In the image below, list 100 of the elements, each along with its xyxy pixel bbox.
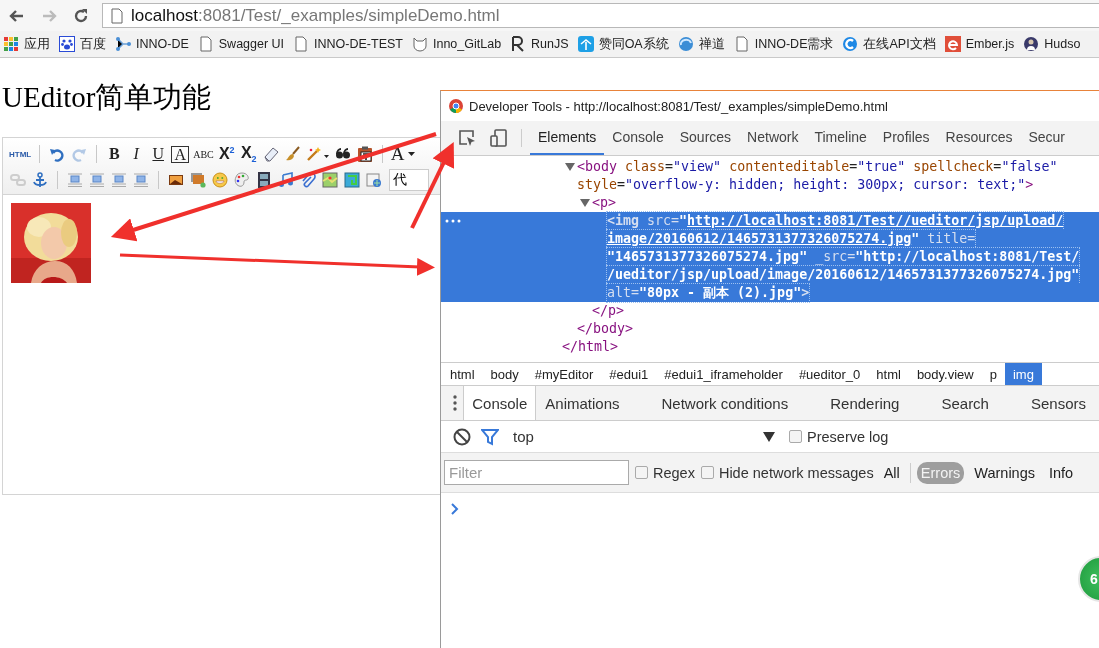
clear-console-icon[interactable] (453, 427, 471, 446)
bookmark[interactable]: INNO-DE (115, 36, 189, 52)
address-bar[interactable]: localhost:8081/Test/_examples/simpleDemo.html (102, 3, 1099, 28)
page-icon (733, 36, 750, 52)
log-level-button[interactable]: Warnings (970, 461, 1039, 484)
image-icon (168, 172, 184, 188)
page-icon (109, 7, 125, 24)
log-level-button[interactable]: All (879, 461, 904, 484)
bookmark[interactable]: 禅道 (677, 35, 725, 53)
code-language-select[interactable]: 代 (389, 169, 429, 191)
breadcrumb[interactable]: body.view (908, 363, 982, 385)
breadcrumb[interactable]: html (868, 363, 909, 385)
drawer-tab[interactable]: Sensors (1021, 386, 1095, 420)
bookmark[interactable]: INNO-DE需求 (733, 35, 834, 53)
preserve-log-checkbox[interactable]: Preserve log (789, 428, 889, 445)
link-icon (10, 172, 26, 188)
html-source-button[interactable]: HTML (7, 143, 34, 165)
image-align-icon (89, 172, 105, 188)
film-strip-icon (256, 172, 272, 188)
ellipsis-icon[interactable] (445, 219, 461, 223)
page-icon (197, 36, 214, 52)
smiley-icon (212, 172, 228, 188)
drawer-tab[interactable]: Console (463, 386, 537, 420)
bookmark[interactable]: 赞同OA系统 (577, 35, 669, 53)
paw-icon (59, 36, 75, 52)
log-level-button[interactable]: Info (1045, 461, 1078, 484)
kebab-menu-icon (453, 395, 458, 411)
caret-icon (407, 152, 415, 156)
cat-head-icon (412, 36, 428, 52)
breadcrumb[interactable]: #edui1_iframeholder (656, 363, 791, 385)
code-line: /ueditor/jsp/upload/image/20160612/1465731377326075274.jpg" (607, 266, 1080, 284)
regex-checkbox[interactable]: Regex (635, 464, 695, 481)
filter-field[interactable]: Filter (444, 460, 629, 485)
devtools-tab[interactable]: Secur (1020, 121, 1074, 155)
hide-network-checkbox[interactable]: Hide network messages (700, 464, 874, 481)
nodes-icon (115, 36, 131, 52)
underline-button[interactable]: U (147, 143, 170, 165)
devtools-tab[interactable]: Sources (671, 121, 740, 155)
e-logo-icon (944, 36, 961, 52)
expanded-triangle-icon[interactable] (580, 198, 590, 208)
devtools-tab[interactable]: Elements (530, 121, 605, 155)
drawer-tab[interactable]: Search (932, 386, 998, 420)
bookmark[interactable]: Inno_GitLab (412, 36, 502, 52)
breadcrumb[interactable]: body (482, 363, 527, 385)
globe-icon (677, 36, 694, 52)
script-button[interactable]: X$^{2}$ (215, 143, 238, 165)
bookmark[interactable]: 在线API文档 (842, 35, 936, 53)
breadcrumb[interactable]: p (981, 363, 1005, 385)
redo-icon (71, 146, 88, 162)
bookmark[interactable]: 百度 (59, 35, 106, 53)
reload-icon (73, 7, 89, 24)
breadcrumb[interactable]: #myEditor (526, 363, 602, 385)
cursor-box-icon (458, 129, 476, 147)
breadcrumb[interactable]: #ueditor_0 (790, 363, 869, 385)
bookmark[interactable]: RunJS (510, 36, 569, 52)
prompt-chevron-icon (451, 503, 459, 515)
bookmark[interactable]: INNO-DE-TEST (293, 36, 403, 52)
eraser-icon (262, 146, 279, 162)
c-logo-icon (842, 36, 859, 52)
image-align-icon (111, 172, 127, 188)
drawer-tab[interactable]: Rendering (821, 386, 909, 420)
code-line: </html> (562, 338, 619, 356)
border-text-button[interactable]: A (169, 143, 192, 165)
bookmark[interactable]: Hudso (1023, 36, 1081, 52)
apps-grid-icon (3, 36, 19, 52)
code-line: </p> (592, 302, 625, 320)
devtools-tab[interactable]: Network (739, 121, 807, 155)
devtools-tab[interactable]: Console (604, 121, 672, 155)
expanded-triangle-icon[interactable] (565, 162, 575, 172)
music-note-icon (278, 172, 294, 188)
drawer-tab[interactable]: Network conditions (652, 386, 798, 420)
forward-arrow-icon (41, 7, 57, 24)
code-line: image/20160612/1465731377326075274.jpg" title= (607, 230, 976, 248)
bookmark[interactable]: Swagger UI (197, 36, 285, 52)
bookmark[interactable]: 应用 (3, 35, 50, 53)
code-line: style="overflow-y: hidden; height: 300px; cursor: text;"> (577, 176, 1034, 194)
drawer-tab[interactable]: Animations (536, 386, 629, 420)
bookmark[interactable]: Ember.js (944, 36, 1015, 52)
context-select[interactable]: top (509, 428, 779, 445)
bold-button[interactable]: B (103, 143, 126, 165)
script-button[interactable]: X$_{2}$ (237, 143, 260, 165)
magic-wand-icon (305, 146, 330, 162)
web-frame-icon (366, 172, 382, 188)
page-icon (293, 36, 310, 52)
code-line: </body> (577, 320, 634, 338)
breadcrumb[interactable]: #edui1 (601, 363, 657, 385)
breadcrumb[interactable]: img (1004, 363, 1042, 385)
filter-icon[interactable] (481, 427, 499, 446)
devtools-tab[interactable]: Profiles (874, 121, 938, 155)
oa-logo-icon (577, 36, 594, 52)
italic-button[interactable]: I (125, 143, 148, 165)
browser-logo-icon (449, 99, 463, 113)
devtools-tab[interactable]: Resources (937, 121, 1021, 155)
device-icon (490, 129, 508, 147)
breadcrumb[interactable]: html (442, 363, 483, 385)
back-arrow-icon (9, 7, 25, 24)
image-align-icon (67, 172, 83, 188)
paperclip-icon (300, 172, 316, 188)
devtools-tab[interactable]: Timeline (806, 121, 875, 155)
strikethrough-button[interactable]: ABC (191, 143, 216, 165)
